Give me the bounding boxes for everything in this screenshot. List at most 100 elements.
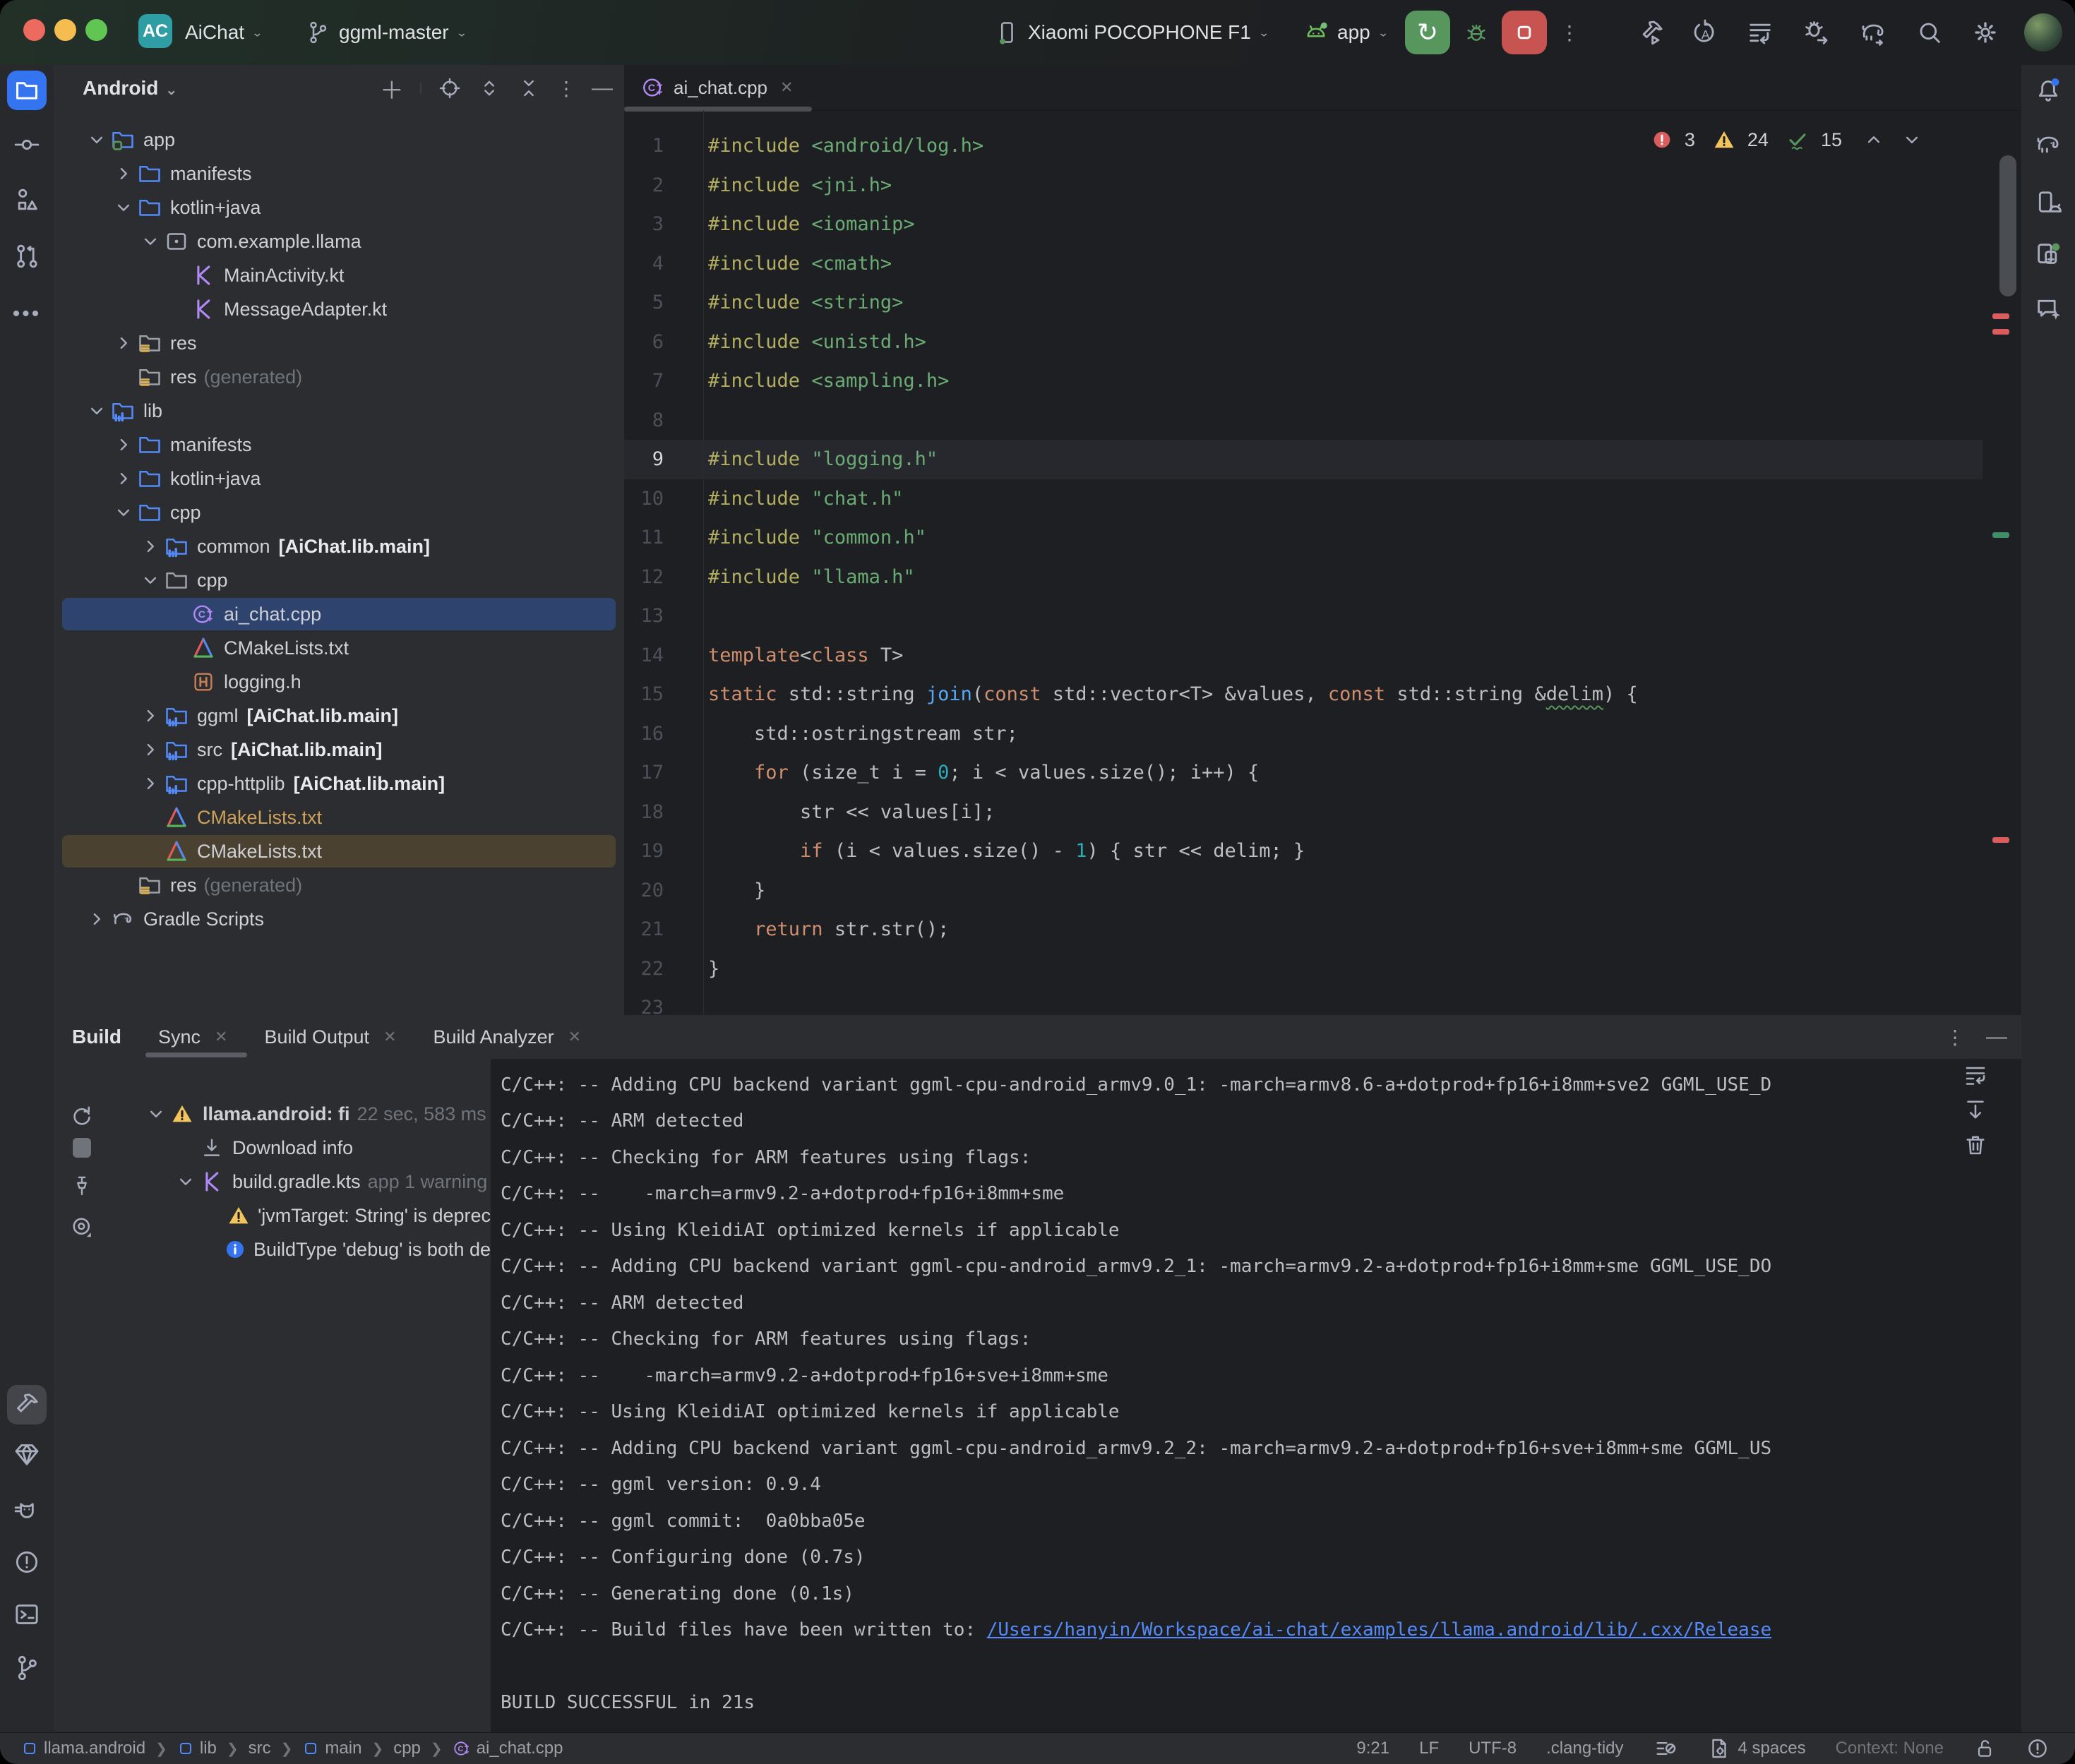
- structure-tool-button[interactable]: [7, 180, 47, 220]
- terminal-tool-button[interactable]: [7, 1595, 47, 1634]
- project-tree-item-cmakelists-txt[interactable]: CMakeLists.txt: [54, 800, 624, 834]
- branch-selector[interactable]: ggml-master⌄: [305, 0, 467, 65]
- close-tab-icon[interactable]: ✕: [568, 1028, 581, 1046]
- project-tree-item-manifests[interactable]: manifests: [54, 428, 624, 462]
- editor-body[interactable]: 1#include <android/log.h>2#include <jni.…: [624, 110, 2021, 1015]
- build-output-link[interactable]: /Users/hanyin/Workspace/ai-chat/examples…: [987, 1619, 1771, 1640]
- device-selector[interactable]: Xiaomi POCOPHONE F1⌄: [994, 0, 1270, 65]
- chevron-down-icon[interactable]: [112, 197, 136, 218]
- logcat-tool-button[interactable]: [7, 1491, 47, 1530]
- clear-all-button[interactable]: [1963, 1132, 1988, 1158]
- app-quality-insights-button[interactable]: [7, 1434, 47, 1474]
- editor-tab[interactable]: C ai_chat.cpp ✕: [624, 65, 810, 110]
- chevron-down-icon[interactable]: [144, 1103, 168, 1124]
- inspections-widget[interactable]: 3 24 15: [1651, 121, 1922, 158]
- project-tree-item-ggml[interactable]: ggml[AiChat.lib.main]: [54, 699, 624, 733]
- chevron-right-icon[interactable]: [112, 332, 136, 354]
- problems-tool-button[interactable]: [7, 1542, 47, 1582]
- error-stripe-mark[interactable]: [1992, 837, 2009, 843]
- project-tree-item-cmakelists-txt[interactable]: CMakeLists.txt: [54, 631, 624, 665]
- close-window-button[interactable]: [23, 19, 45, 41]
- formatter-icon[interactable]: [1654, 1736, 1678, 1760]
- breadcrumb-item-llama-android[interactable]: llama.android: [21, 1739, 145, 1758]
- project-tree-item-ai-chat-cpp[interactable]: Cai_chat.cpp: [54, 597, 624, 631]
- project-tree-item-com-example-llama[interactable]: com.example.llama: [54, 224, 624, 258]
- build-tab-build-analyzer[interactable]: Build Analyzer✕: [433, 1026, 582, 1048]
- collapse-all-button[interactable]: [517, 76, 541, 100]
- build-tool-button[interactable]: [7, 1385, 47, 1424]
- expand-all-button[interactable]: [477, 76, 501, 100]
- project-tool-button[interactable]: [7, 71, 47, 110]
- settings-button[interactable]: [1963, 11, 2007, 54]
- hide-build-panel-button[interactable]: —: [1986, 1025, 2007, 1049]
- editor-scrollbar[interactable]: [1999, 155, 2016, 296]
- project-tree-item-app[interactable]: app: [54, 123, 624, 157]
- build-tree-item[interactable]: BuildType 'debug' is both de: [54, 1232, 491, 1266]
- build-tab-build-output[interactable]: Build Output✕: [264, 1026, 396, 1048]
- debug-button[interactable]: [1454, 11, 1498, 54]
- chevron-right-icon[interactable]: [112, 434, 136, 455]
- gemini-chat-button[interactable]: [2028, 289, 2068, 329]
- project-tree-item-logging-h[interactable]: logging.h: [54, 665, 624, 699]
- project-tree-item-lib[interactable]: lib: [54, 394, 624, 428]
- gradle-sync-button[interactable]: [1851, 11, 1895, 54]
- error-stripe-mark[interactable]: [1992, 313, 2009, 319]
- soft-wrap-button[interactable]: [1963, 1062, 1988, 1087]
- project-tree-item-gradle-scripts[interactable]: Gradle Scripts: [54, 902, 624, 936]
- project-tree-item-common[interactable]: common[AiChat.lib.main]: [54, 529, 624, 563]
- chevron-right-icon[interactable]: [138, 705, 162, 726]
- new-file-button[interactable]: ＋: [380, 71, 404, 106]
- rerun-button[interactable]: ↻: [1405, 11, 1450, 54]
- project-view-selector[interactable]: Android⌄: [83, 77, 177, 100]
- project-tree-item-src[interactable]: src[AiChat.lib.main]: [54, 733, 624, 767]
- chevron-right-icon[interactable]: [138, 739, 162, 760]
- minimize-window-button[interactable]: [54, 19, 76, 41]
- chevron-down-icon[interactable]: [112, 502, 136, 523]
- close-tab-icon[interactable]: ✕: [780, 78, 793, 97]
- scroll-to-end-button[interactable]: [1963, 1097, 1988, 1122]
- running-devices-button[interactable]: [2028, 234, 2068, 274]
- breadcrumb-item-ai-chat-cpp[interactable]: Cai_chat.cpp: [453, 1739, 563, 1758]
- version-control-tool-button[interactable]: [7, 1648, 47, 1688]
- avatar[interactable]: [2024, 13, 2062, 52]
- file-encoding[interactable]: UTF-8: [1469, 1739, 1517, 1758]
- line-separator[interactable]: LF: [1419, 1739, 1439, 1758]
- run-config-selector[interactable]: app⌄: [1303, 0, 1389, 65]
- select-opened-file-button[interactable]: [438, 76, 462, 100]
- build-console[interactable]: C/C++: -- Using KleidiAI optimized kerne…: [491, 1059, 2021, 1733]
- gradle-tool-button[interactable]: [2028, 125, 2068, 164]
- indent-style[interactable]: 4 spaces: [1707, 1736, 1806, 1760]
- build-options-button[interactable]: ⋮: [1945, 1026, 1965, 1049]
- pull-requests-tool-button[interactable]: [7, 236, 47, 276]
- context-indicator[interactable]: Context: None: [1836, 1739, 1944, 1758]
- panel-options-button[interactable]: ⋮: [556, 77, 576, 100]
- project-tree-item-cpp[interactable]: cpp: [54, 563, 624, 597]
- device-manager-button[interactable]: [2028, 183, 2068, 222]
- more-tools-button[interactable]: •••: [7, 294, 47, 334]
- project-tree-item-messageadapter-kt[interactable]: MessageAdapter.kt: [54, 292, 624, 326]
- caret-position[interactable]: 9:21: [1356, 1739, 1389, 1758]
- hide-panel-button[interactable]: —: [592, 76, 613, 100]
- project-tree-item-cpp-httplib[interactable]: cpp-httplib[AiChat.lib.main]: [54, 767, 624, 800]
- zoom-window-button[interactable]: [85, 19, 107, 41]
- build-tab-sync[interactable]: Sync✕: [158, 1026, 227, 1048]
- project-tree-item-manifests[interactable]: manifests: [54, 157, 624, 191]
- chevron-right-icon[interactable]: [85, 908, 109, 930]
- build-tree-item[interactable]: Download info: [54, 1131, 491, 1165]
- error-stripe-mark[interactable]: [1992, 329, 2009, 335]
- notifications-button[interactable]: [2028, 71, 2068, 110]
- stop-button[interactable]: [1502, 11, 1547, 54]
- project-selector[interactable]: AiChat⌄: [185, 0, 263, 65]
- close-tab-icon[interactable]: ✕: [215, 1028, 227, 1046]
- chevron-right-icon[interactable]: [138, 773, 162, 794]
- project-tree-item-kotlin-java[interactable]: kotlin+java: [54, 191, 624, 224]
- info-stripe-mark[interactable]: [1992, 532, 2009, 538]
- project-tree-item-res[interactable]: res(generated): [54, 868, 624, 902]
- chevron-down-icon[interactable]: [174, 1171, 198, 1192]
- project-tree-item-cpp[interactable]: cpp: [54, 496, 624, 529]
- search-everywhere-button[interactable]: [1908, 11, 1951, 54]
- commit-tool-button[interactable]: [7, 125, 47, 164]
- chevron-down-icon[interactable]: [138, 231, 162, 252]
- lint-config[interactable]: .clang-tidy: [1546, 1739, 1623, 1758]
- build-project-button[interactable]: [1629, 11, 1673, 54]
